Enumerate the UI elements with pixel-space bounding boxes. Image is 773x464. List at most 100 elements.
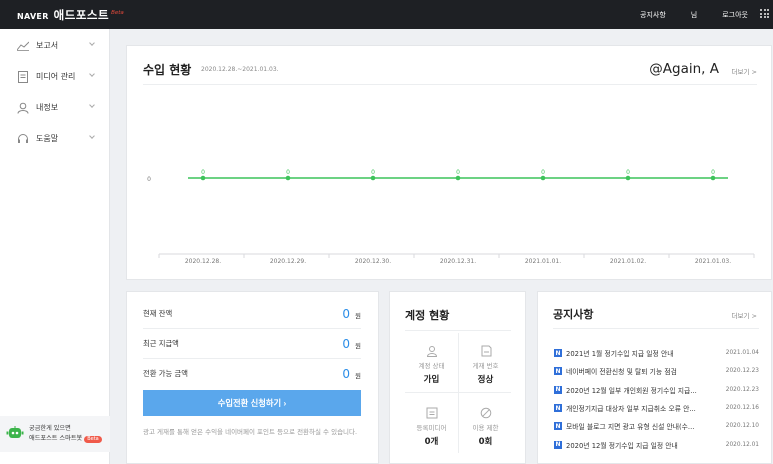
income-status-card: 수입 현황 2020.12.28.~2021.01.03. @Again, A …: [126, 45, 772, 280]
data-label: 0: [456, 169, 460, 176]
balance-note: 광고 게재를 통해 얻은 수익을 네이버페이 포인트 등으로 전환하실 수 있습…: [143, 428, 358, 436]
account-cell-value: 0회: [478, 437, 493, 447]
media-icon: [426, 404, 438, 419]
notice-item[interactable]: N 2020년 12월 일부 개인회원 정기수입 지급... 2020.12.2…: [554, 381, 759, 399]
user-icon: [17, 102, 29, 114]
balance-value: 0: [342, 367, 351, 381]
smartbot-beta-badge: Beta: [84, 436, 102, 443]
data-label: 0: [626, 169, 630, 176]
chevron-down-icon: [89, 40, 95, 46]
sidebar-item-label: 미디어 관리: [36, 72, 76, 81]
divider: [143, 84, 757, 85]
chart-line-icon: [17, 40, 29, 52]
sidebar-item-label: 도움말: [36, 134, 59, 143]
top-nav: 공지사항 님 로그아웃: [615, 0, 748, 29]
chevron-down-icon: [89, 133, 95, 139]
balance-unit: 원: [355, 372, 361, 380]
smartbot-line2: 애드포스트 스마트봇: [29, 435, 83, 442]
top-bar: NAVER 애드포스트 Beta 공지사항 님 로그아웃: [0, 0, 773, 29]
sidebar-item-label: 내정보: [36, 103, 59, 112]
account-cell-ad-number: 게재 번호 정상: [459, 342, 512, 385]
balance-row-convertible: 전환 가능 금액 0원: [143, 359, 361, 389]
y-tick-label: 0: [147, 176, 151, 183]
notice-item-date: 2020.12.10: [725, 423, 759, 430]
notice-card: 공지사항 더보기 > N 2021년 1월 정기수입 지급 일정 안내 2021…: [537, 291, 772, 464]
notice-item-title[interactable]: 개인정기지급 대상자 일부 지급취소 오류 안...: [566, 403, 722, 413]
x-tick-label: 2021.01.02.: [610, 258, 646, 265]
x-tick-label: 2020.12.31.: [440, 258, 476, 265]
data-label: 0: [201, 169, 205, 176]
income-line-chart: 0 2020.12.28. 2020.12.29. 2020.12.30. 2020.1…: [147, 169, 755, 265]
balance-row-current: 현재 잔액 0원: [143, 299, 361, 329]
balance-unit: 원: [355, 341, 361, 350]
notice-item-date: 2020.12.23: [725, 368, 759, 375]
notice-item[interactable]: N 2020년 12월 정기수입 지급 일정 안내 2020.12.01: [554, 435, 759, 453]
new-badge-icon: N: [554, 367, 562, 376]
sidebar-item-media[interactable]: 미디어 관리: [0, 61, 109, 92]
logo-service-name: 애드포스트: [53, 7, 110, 22]
data-point: [455, 175, 461, 181]
chevron-down-icon: [89, 71, 95, 77]
top-nav-notice-link[interactable]: 공지사항: [640, 10, 666, 20]
top-nav-username[interactable]: 님: [691, 10, 697, 20]
notice-item[interactable]: N 네이버페이 전환신청 및 탈퇴 기능 점검 2020.12.23: [554, 362, 759, 380]
data-point: [200, 175, 206, 181]
logo-beta-badge: Beta: [111, 9, 124, 16]
notice-title: 공지사항: [553, 308, 594, 321]
income-more-link[interactable]: 더보기 >: [732, 66, 757, 76]
apps-grid-icon[interactable]: [760, 9, 769, 18]
sidebar-item-myinfo[interactable]: 내정보: [0, 92, 109, 123]
smartbot-banner[interactable]: 궁금한게 있으면 애드포스트 스마트봇 Beta: [0, 416, 110, 452]
notice-item-title[interactable]: 네이버페이 전환신청 및 탈퇴 기능 점검: [566, 366, 722, 376]
notice-item[interactable]: N 개인정기지급 대상자 일부 지급취소 오류 안... 2020.12.16: [554, 399, 759, 417]
convert-income-button[interactable]: 수입전환 신청하기 ›: [143, 390, 361, 416]
x-tick-label: 2021.01.01.: [525, 258, 561, 265]
user-outline-icon: [426, 342, 438, 357]
x-tick-label: 2020.12.28.: [185, 258, 221, 265]
logo-naver: NAVER: [17, 11, 49, 21]
income-user-id: @Again, A: [649, 61, 719, 77]
balance-label: 전환 가능 금액: [143, 369, 188, 378]
new-badge-icon: N: [554, 385, 562, 394]
balance-unit: 원: [355, 311, 361, 320]
account-status-card: 계정 현황 계정 상태 가입 게재 번호 정상 등록미디어 0개 이용 제한 0…: [389, 291, 526, 464]
sidebar-item-report[interactable]: 보고서: [0, 30, 109, 61]
account-cell-value: 가입: [423, 375, 440, 385]
chevron-down-icon: [89, 102, 95, 108]
smartbot-line1: 궁금한게 있으면: [29, 425, 71, 432]
notice-item-date: 2021.01.04: [725, 350, 759, 357]
notice-item-title[interactable]: 2021년 1월 정기수입 지급 일정 안내: [566, 348, 722, 358]
sidebar-item-label: 보고서: [36, 41, 59, 50]
notice-more-link[interactable]: 더보기 >: [732, 310, 757, 320]
notice-item-title[interactable]: 모바일 블로그 지면 광고 유형 신설 안내(수...: [566, 421, 722, 431]
balance-value: 0: [342, 336, 351, 351]
naver-adpost-logo[interactable]: NAVER 애드포스트 Beta: [17, 7, 124, 23]
divider: [405, 392, 511, 393]
data-point: [710, 175, 716, 181]
divider: [405, 330, 511, 331]
top-nav-logout-link[interactable]: 로그아웃: [722, 10, 748, 20]
balance-row-recent-payment: 최근 지급액 0원: [143, 329, 361, 359]
data-point: [625, 175, 631, 181]
notice-item-date: 2020.12.16: [725, 405, 759, 412]
x-tick-label: 2021.01.03.: [695, 258, 731, 265]
sidebar: 보고서 미디어 관리 내정보 도움말 궁금한게 있으면 애드포스트 스마트봇 Be…: [0, 29, 110, 464]
sidebar-item-help[interactable]: 도움말: [0, 123, 109, 154]
account-cell-label: 계정 상태: [418, 362, 445, 370]
new-badge-icon: N: [554, 440, 562, 449]
notice-item-title[interactable]: 2020년 12월 일부 개인회원 정기수입 지급...: [566, 385, 722, 395]
x-tick-label: 2020.12.29.: [270, 258, 306, 265]
notice-item[interactable]: N 2021년 1월 정기수입 지급 일정 안내 2021.01.04: [554, 344, 759, 362]
data-point: [540, 175, 546, 181]
data-point: [370, 175, 376, 181]
notice-item[interactable]: N 모바일 블로그 지면 광고 유형 신설 안내(수... 2020.12.10: [554, 417, 759, 435]
income-date-range: 2020.12.28.~2021.01.03.: [201, 66, 279, 73]
divider: [553, 328, 759, 329]
account-cell-label: 등록미디어: [416, 424, 447, 432]
account-cell-restriction: 이용 제한 0회: [459, 404, 512, 447]
balance-value: 0: [342, 306, 351, 321]
balance-label: 최근 지급액: [143, 338, 179, 348]
balance-card: 현재 잔액 0원 최근 지급액 0원 전환 가능 금액 0원 수입전환 신청하기…: [126, 291, 379, 464]
data-label: 0: [541, 169, 545, 176]
notice-item-title[interactable]: 2020년 12월 정기수입 지급 일정 안내: [566, 440, 722, 450]
